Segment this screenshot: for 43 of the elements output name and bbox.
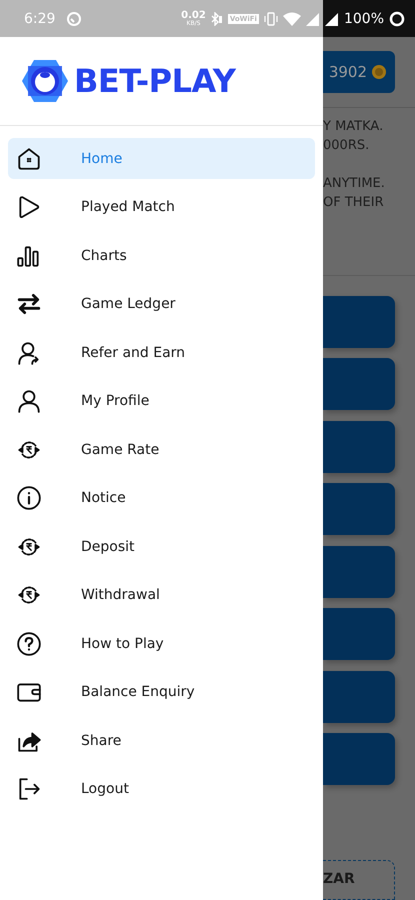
- signal-icon: [324, 12, 339, 26]
- brand-name: BET-PLAY: [74, 62, 236, 100]
- market-button[interactable]: [323, 358, 395, 410]
- menu-item[interactable]: Played Match: [8, 186, 315, 228]
- balance-chip[interactable]: 3902: [323, 51, 395, 94]
- menu-item[interactable]: Logout: [8, 768, 315, 810]
- market-button[interactable]: [323, 296, 395, 348]
- coin-icon: [371, 64, 387, 80]
- help-icon: [16, 630, 42, 656]
- menu-item[interactable]: Game Rate: [8, 429, 315, 470]
- notice-text: Y MATKA. 000RS.: [323, 118, 384, 156]
- wifi-icon: [282, 12, 301, 26]
- network-speed: 0.02: [181, 10, 206, 20]
- battery-ring-icon: [389, 10, 405, 26]
- sync-icon: [66, 10, 82, 26]
- user-icon: [16, 388, 42, 414]
- menu-item[interactable]: Share: [8, 720, 315, 761]
- menu-item[interactable]: Balance Enquiry: [8, 672, 315, 712]
- notice-text: ANYTIME. OF THEIR: [323, 175, 386, 212]
- market-button[interactable]: [323, 483, 395, 536]
- info-icon: [16, 485, 42, 511]
- menu-item[interactable]: Game Ledger: [8, 284, 315, 324]
- market-button[interactable]: [323, 733, 395, 786]
- menu-item[interactable]: Notice: [8, 478, 315, 518]
- market-button[interactable]: [323, 546, 395, 598]
- battery-percent: 100%: [344, 10, 384, 26]
- market-button[interactable]: [323, 670, 395, 723]
- menu-item[interactable]: Withdrawal: [8, 574, 315, 616]
- swap-arrows-icon: [16, 291, 42, 317]
- menu-item[interactable]: Charts: [8, 235, 315, 276]
- logo-icon: [20, 58, 70, 104]
- home-icon: [16, 146, 42, 172]
- menu-item[interactable]: Refer and Earn: [8, 332, 315, 373]
- menu-item[interactable]: Home: [8, 138, 315, 179]
- market-button[interactable]: [323, 420, 395, 473]
- vibrate-icon: [264, 12, 278, 26]
- menu-item[interactable]: Deposit: [8, 526, 315, 567]
- clock-time: 6:29: [24, 10, 56, 26]
- bluetooth-icon: [210, 12, 223, 26]
- menu-item[interactable]: My Profile: [8, 380, 315, 422]
- market-button[interactable]: [323, 608, 395, 660]
- menu-item[interactable]: How to Play: [8, 623, 315, 664]
- signal-icon: [306, 12, 320, 26]
